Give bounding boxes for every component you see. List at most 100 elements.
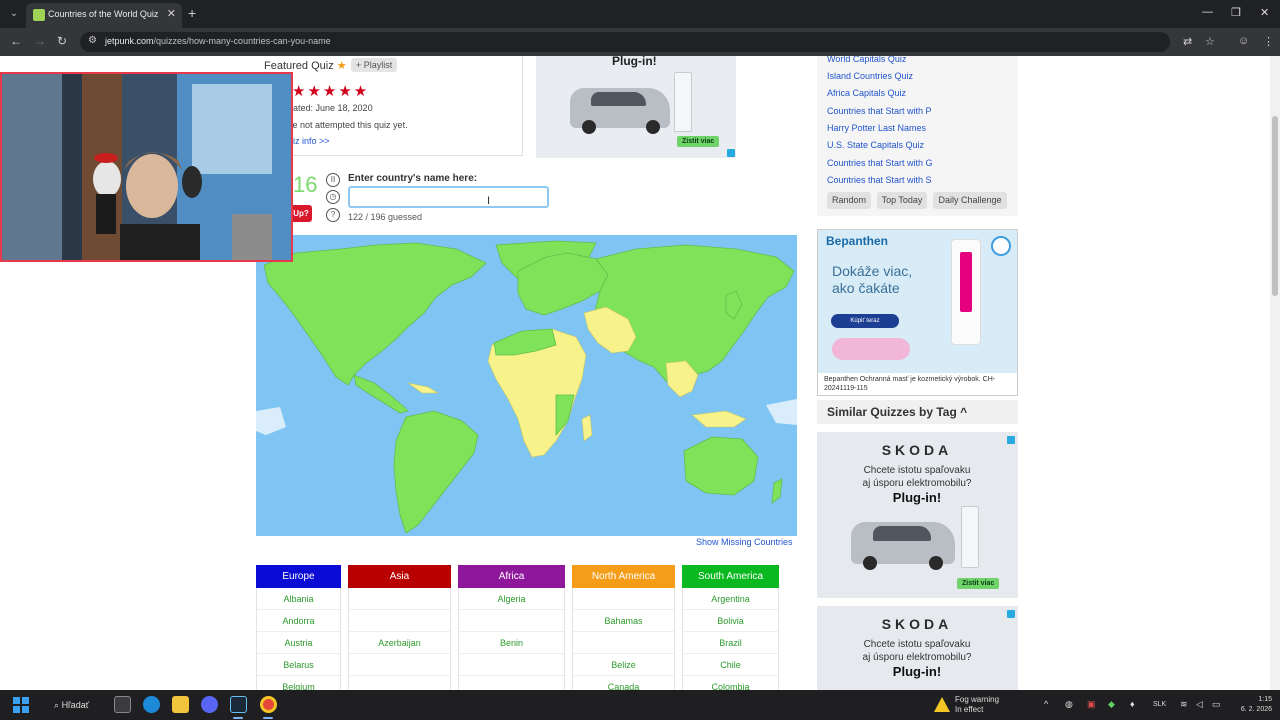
- table-cell: Chile: [683, 654, 778, 676]
- similar-quizzes-header[interactable]: Similar Quizzes by Tag ^: [817, 400, 1018, 424]
- table-cell: Benin: [459, 632, 564, 654]
- skoda-ad[interactable]: SKODA Chcete istotu spaľovaku aj úsporu …: [817, 606, 1018, 690]
- tray-app-icon[interactable]: ◍: [1065, 699, 1073, 710]
- steam-icon[interactable]: [230, 696, 247, 713]
- col-header-africa: Africa: [458, 565, 565, 588]
- table-cell: Belgium: [257, 676, 340, 690]
- divider: [522, 56, 523, 156]
- random-button[interactable]: Random: [827, 192, 871, 209]
- bepanthen-ad[interactable]: Bepanthen Dokáže viac, ako čakáte Kúpiť …: [817, 229, 1018, 396]
- show-missing-link[interactable]: Show Missing Countries: [696, 537, 793, 547]
- land-east-africa: [555, 394, 575, 437]
- skoda-ad[interactable]: SKODA Chcete istotu spaľovaku aj úsporu …: [817, 432, 1018, 598]
- chrome-icon[interactable]: [260, 696, 277, 713]
- sidebar-link[interactable]: Countries that Start with G: [827, 158, 933, 168]
- site-info-icon[interactable]: ⚙: [88, 35, 97, 46]
- adchoices-icon[interactable]: [727, 149, 735, 157]
- charger-image: [674, 72, 692, 132]
- quiz-info-link[interactable]: uiz info >>: [288, 136, 330, 146]
- bookmark-star-icon[interactable]: ☆: [1205, 35, 1215, 48]
- battery-icon[interactable]: ▭: [1212, 699, 1221, 710]
- top-today-button[interactable]: Top Today: [877, 192, 927, 209]
- tray-app-icon[interactable]: ♦: [1130, 699, 1135, 709]
- col-header-europe: Europe: [256, 565, 341, 588]
- scroll-thumb[interactable]: [1272, 116, 1278, 296]
- land-indonesia: [691, 410, 747, 428]
- col-header-north-america: North America: [572, 565, 675, 588]
- table-cell: Canada: [573, 676, 674, 690]
- page-scrollbar[interactable]: [1270, 56, 1280, 690]
- adchoices-icon[interactable]: [1007, 436, 1015, 444]
- sidebar-link[interactable]: Island Countries Quiz: [827, 71, 913, 81]
- browser-tab[interactable]: Countries of the World Quiz ✕: [26, 3, 182, 28]
- land-antarctic-ice: [256, 407, 286, 435]
- taskbar-clock[interactable]: 1:15 6. 2. 2026: [1232, 695, 1272, 715]
- table-cell: [459, 610, 564, 632]
- new-tab-icon[interactable]: +: [188, 5, 196, 21]
- ad-text: Chcete istotu spaľovaku aj úsporu elektr…: [862, 639, 972, 663]
- table-cell: [459, 676, 564, 690]
- tray-app-icon[interactable]: ▣: [1087, 699, 1096, 710]
- sidebar-link[interactable]: U.S. State Capitals Quiz: [827, 140, 924, 150]
- wifi-icon[interactable]: ≋: [1180, 699, 1188, 710]
- give-up-button[interactable]: Up?: [290, 205, 312, 222]
- skoda-ad-top[interactable]: Plug-in! Zistit viac: [536, 56, 736, 158]
- col-south-america: Argentina Bolivia Brazil Chile Colombia: [682, 588, 779, 690]
- restore-icon[interactable]: ❐: [1231, 6, 1241, 19]
- close-window-icon[interactable]: ✕: [1260, 6, 1269, 19]
- translate-icon[interactable]: ⇄: [1183, 35, 1192, 48]
- pause-icon[interactable]: II: [326, 173, 340, 187]
- help-icon[interactable]: ?: [326, 208, 340, 222]
- sidebar-link[interactable]: World Capitals Quiz: [827, 56, 906, 64]
- timer-icon: ◷: [326, 190, 340, 204]
- sidebar-link[interactable]: Countries that Start with S: [827, 175, 932, 185]
- volume-icon[interactable]: ◁: [1196, 699, 1203, 710]
- product-stripe: [960, 252, 972, 312]
- ad-brand: Bepanthen: [826, 234, 889, 248]
- close-tab-icon[interactable]: ✕: [167, 7, 176, 20]
- tray-overflow-icon[interactable]: ^: [1044, 699, 1048, 709]
- file-explorer-icon[interactable]: [172, 696, 189, 713]
- land-south-america: [393, 410, 479, 534]
- menu-icon[interactable]: ⋮: [1263, 35, 1274, 48]
- minimize-icon[interactable]: —: [1202, 6, 1213, 18]
- weather-warning-text[interactable]: Fog warning In effect: [955, 695, 999, 715]
- daily-challenge-button[interactable]: Daily Challenge: [933, 192, 1007, 209]
- forward-icon[interactable]: →: [34, 34, 46, 48]
- ad-cta-button[interactable]: Zistit viac: [957, 578, 1000, 589]
- adchoices-icon[interactable]: [1007, 610, 1015, 618]
- ad-badge: [832, 338, 910, 360]
- weather-warning-icon[interactable]: [934, 697, 950, 712]
- taskbar-search: Hľadať: [61, 700, 90, 710]
- sidebar-link[interactable]: Harry Potter Last Names: [827, 123, 926, 133]
- answer-input[interactable]: [348, 186, 549, 208]
- profile-icon[interactable]: ☺: [1238, 35, 1249, 47]
- ad-cta-button[interactable]: Zistit viac: [677, 136, 720, 147]
- start-button-icon[interactable]: [13, 697, 29, 713]
- tray-app-icon[interactable]: ◆: [1108, 699, 1115, 710]
- reload-icon[interactable]: ↻: [57, 34, 67, 48]
- tab-search-icon[interactable]: ⌄: [6, 6, 22, 22]
- address-bar[interactable]: ⚙ jetpunk.com/quizzes/how-many-countries…: [80, 32, 1170, 52]
- product-image: [951, 239, 981, 345]
- car-wheel: [646, 120, 660, 134]
- webcam-feed: [2, 74, 291, 260]
- table-cell: Brazil: [683, 632, 778, 654]
- table-cell: [349, 588, 450, 610]
- car-wheel: [582, 120, 596, 134]
- ad-cta-button[interactable]: Kúpiť teraz: [831, 314, 899, 328]
- language-indicator[interactable]: SLK: [1153, 701, 1166, 708]
- edge-icon[interactable]: [143, 696, 160, 713]
- discord-icon[interactable]: [201, 696, 218, 713]
- world-map[interactable]: [256, 235, 797, 536]
- sidebar-link[interactable]: Countries that Start with P: [827, 106, 932, 116]
- back-icon[interactable]: ←: [10, 34, 22, 48]
- table-cell: [573, 632, 674, 654]
- ad-brand: SKODA: [881, 616, 953, 632]
- sidebar-link[interactable]: Africa Capitals Quiz: [827, 88, 906, 98]
- land-antarctic-ice: [766, 399, 797, 425]
- task-view-icon[interactable]: [114, 696, 131, 713]
- playlist-button[interactable]: + Playlist: [351, 58, 398, 72]
- table-cell: Argentina: [683, 588, 778, 610]
- col-africa: Algeria Benin: [458, 588, 565, 690]
